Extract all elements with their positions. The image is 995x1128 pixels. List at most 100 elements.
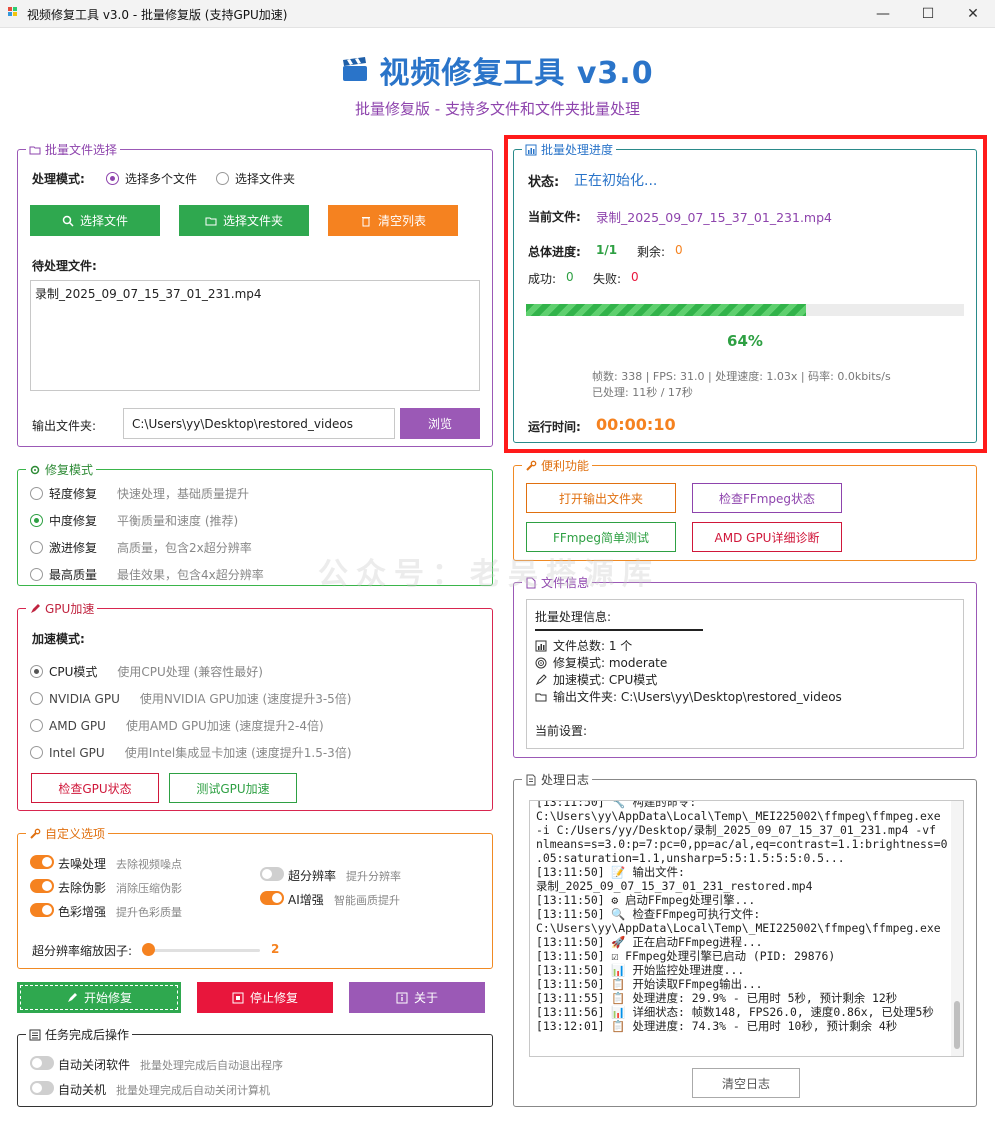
after-done-group: 任务完成后操作 自动关闭软件 批量处理完成后自动退出程序 自动关机 批量处理完成… xyxy=(17,1026,493,1107)
auto-close-desc: 批量处理完成后自动退出程序 xyxy=(140,1059,283,1072)
info-line-total: 文件总数: 1 个 xyxy=(535,637,955,654)
list-item[interactable]: 录制_2025_09_07_15_37_01_231.mp4 xyxy=(35,285,475,302)
radio-intel-gpu[interactable]: Intel GPU 使用Intel集成显卡加速 (速度提升1.5-3倍) xyxy=(30,744,352,761)
auto-shutdown-label: 自动关机 xyxy=(58,1083,107,1097)
minimize-button[interactable]: — xyxy=(860,0,906,28)
clapperboard-icon xyxy=(341,57,369,83)
log-line: 录制_2025_09_07_15_37_01_231_restored.mp4 xyxy=(536,879,813,893)
checklist-icon xyxy=(29,1029,41,1041)
info-line-output: 输出文件夹: C:\Users\yy\Desktop\restored_vide… xyxy=(535,688,955,705)
check-ffmpeg-button[interactable]: 检查FFmpeg状态 xyxy=(692,483,842,513)
file-select-group: 批量文件选择 处理模式: 选择多个文件 选择文件夹 选择文件 选择文件夹 清空列… xyxy=(17,141,493,447)
gpu-group: GPU加速 加速模式: CPU模式 使用CPU处理 (兼容性最好) NVIDIA … xyxy=(17,600,493,811)
radio-aggressive-repair[interactable]: 激进修复 高质量，包含2x超分辨率 xyxy=(30,539,252,556)
start-repair-button[interactable]: 开始修复 xyxy=(17,982,181,1013)
radio-cpu-mode[interactable]: CPU模式 使用CPU处理 (兼容性最好) xyxy=(30,663,263,680)
log-line: [13:11:50] 🔍 检查FFmpeg可执行文件: xyxy=(536,907,761,921)
log-icon xyxy=(525,774,537,786)
file-info-group: 文件信息 批量处理信息: 文件总数: 1 个 修复模式: moderate 加速… xyxy=(513,574,977,758)
file-info-box: 批量处理信息: 文件总数: 1 个 修复模式: moderate 加速模式: C… xyxy=(526,599,964,749)
rocket-icon xyxy=(29,603,41,615)
denoise-desc: 去除视频噪点 xyxy=(116,858,182,871)
radio-nvidia-gpu[interactable]: NVIDIA GPU 使用NVIDIA GPU加速 (速度提升3-5倍) xyxy=(30,690,351,707)
log-line: .05:saturation=1.1,unsharp=5:5:1.5:5:5:0… xyxy=(536,851,845,865)
log-line: [13:11:50] 📊 开始监控处理进度... xyxy=(536,963,745,977)
maximize-button[interactable]: ☐ xyxy=(905,0,951,28)
app-icon xyxy=(8,7,20,19)
app-title: 视频修复工具 v3.0 xyxy=(379,56,654,91)
scale-factor-label: 超分辨率缩放因子: xyxy=(32,944,133,958)
color-enhance-toggle[interactable] xyxy=(30,903,54,917)
color-enhance-label: 色彩增强 xyxy=(58,905,107,919)
deartifact-desc: 消除压缩伪影 xyxy=(116,882,182,895)
title-bar: 视频修复工具 v3.0 - 批量修复版 (支持GPU加速) — ☐ ✕ xyxy=(0,0,995,28)
rocket-icon xyxy=(66,992,78,1004)
check-gpu-status-button[interactable]: 检查GPU状态 xyxy=(31,773,159,803)
deartifact-label: 去除伪影 xyxy=(58,881,107,895)
denoise-label: 去噪处理 xyxy=(58,857,107,871)
log-line: [13:12:01] 📋 处理进度: 74.3% - 已用时 10秒, 预计剩余… xyxy=(536,1019,898,1033)
pending-label: 待处理文件: xyxy=(32,259,97,273)
stop-repair-button[interactable]: 停止修复 xyxy=(197,982,333,1013)
ffmpeg-test-button[interactable]: FFmpeg简单测试 xyxy=(526,522,676,552)
ai-enhance-label: AI增强 xyxy=(288,893,324,907)
app-subtitle: 批量修复版 - 支持多文件和文件夹批量处理 xyxy=(355,100,640,118)
info-line-mode: 修复模式: moderate xyxy=(535,654,955,671)
watermark: 公众号：老吴搭源库 xyxy=(318,557,660,592)
browse-button[interactable]: 浏览 xyxy=(400,408,480,439)
close-button[interactable]: ✕ xyxy=(950,0,995,28)
info-heading: 批量处理信息: xyxy=(535,610,612,624)
test-gpu-accel-button[interactable]: 测试GPU加速 xyxy=(169,773,297,803)
radio-multi-files[interactable]: 选择多个文件 xyxy=(106,170,197,187)
ai-enhance-toggle[interactable] xyxy=(260,891,284,905)
radio-max-quality[interactable]: 最高质量 最佳效果，包含4x超分辨率 xyxy=(30,566,264,583)
log-scrollbar-thumb[interactable] xyxy=(954,1001,960,1049)
scale-slider-track[interactable] xyxy=(142,949,260,952)
scale-factor-value: 2 xyxy=(271,942,280,956)
log-lines: [13:11:50] 🔧 构建的命令: C:\Users\yy\AppData\L… xyxy=(536,800,952,1033)
super-resolution-label: 超分辨率 xyxy=(288,869,337,883)
search-icon xyxy=(62,215,74,227)
group-title: 批量文件选择 xyxy=(45,143,118,157)
folder-icon xyxy=(535,691,547,703)
log-line: [13:11:50] ☑ FFmpeg处理引擎已启动 (PID: 29876) xyxy=(536,949,836,963)
select-folder-button[interactable]: 选择文件夹 xyxy=(179,205,309,236)
auto-shutdown-toggle[interactable] xyxy=(30,1081,54,1095)
rocket-icon xyxy=(535,673,547,686)
radio-amd-gpu[interactable]: AMD GPU 使用AMD GPU加速 (速度提升2-4倍) xyxy=(30,717,324,734)
log-line: [13:11:50] 📋 开始读取FFmpeg输出... xyxy=(536,977,763,991)
output-path-input[interactable]: C:\Users\yy\Desktop\restored_videos xyxy=(123,408,395,439)
super-resolution-toggle[interactable] xyxy=(260,867,284,881)
auto-close-label: 自动关闭软件 xyxy=(58,1058,131,1072)
log-line: nlmeans=s=3.0:p=7:pc=0,pp=ac/al,eq=contr… xyxy=(536,837,948,851)
denoise-toggle[interactable] xyxy=(30,855,54,869)
log-line: C:\Users\yy\AppData\Local\Temp\_MEI22500… xyxy=(536,809,941,823)
clear-list-button[interactable]: 清空列表 xyxy=(328,205,458,236)
radio-light-repair[interactable]: 轻度修复 快速处理，基础质量提升 xyxy=(30,485,249,502)
amd-gpu-diagnose-button[interactable]: AMD GPU详细诊断 xyxy=(692,522,842,552)
select-files-button[interactable]: 选择文件 xyxy=(30,205,160,236)
log-output[interactable]: [13:11:50] 🔧 构建的命令: C:\Users\yy\AppData\L… xyxy=(529,800,964,1057)
log-scrollbar[interactable] xyxy=(951,801,963,1056)
bar-chart-icon xyxy=(535,640,547,652)
deartifact-toggle[interactable] xyxy=(30,879,54,893)
utilities-group: 便利功能 打开输出文件夹 检查FFmpeg状态 FFmpeg简单测试 AMD G… xyxy=(513,457,977,561)
log-line: [13:11:55] 📋 处理进度: 29.9% - 已用时 5秒, 预计剩余 … xyxy=(536,991,898,1005)
log-line: [13:11:50] ⚙ 启动FFmpeg处理引擎... xyxy=(536,893,756,907)
auto-close-toggle[interactable] xyxy=(30,1056,54,1070)
auto-shutdown-desc: 批量处理完成后自动关闭计算机 xyxy=(116,1084,270,1097)
color-enhance-desc: 提升色彩质量 xyxy=(116,906,182,919)
clear-log-button[interactable]: 清空日志 xyxy=(692,1068,800,1098)
folder-icon xyxy=(205,215,217,227)
radio-folder[interactable]: 选择文件夹 xyxy=(216,170,295,187)
window-title: 视频修复工具 v3.0 - 批量修复版 (支持GPU加速) xyxy=(27,8,288,22)
super-resolution-desc: 提升分辨率 xyxy=(346,870,401,883)
open-output-folder-button[interactable]: 打开输出文件夹 xyxy=(526,483,676,513)
wrench-icon xyxy=(525,460,537,472)
log-line: [13:11:50] 🔧 构建的命令: xyxy=(536,800,697,809)
pending-file-list[interactable]: 录制_2025_09_07_15_37_01_231.mp4 xyxy=(30,280,480,391)
about-button[interactable]: 关于 xyxy=(349,982,485,1013)
radio-moderate-repair[interactable]: 中度修复 平衡质量和速度 (推荐) xyxy=(30,512,238,529)
app-header: 视频修复工具 v3.0 批量修复版 - 支持多文件和文件夹批量处理 xyxy=(0,48,995,119)
scale-slider-handle[interactable] xyxy=(142,943,155,956)
